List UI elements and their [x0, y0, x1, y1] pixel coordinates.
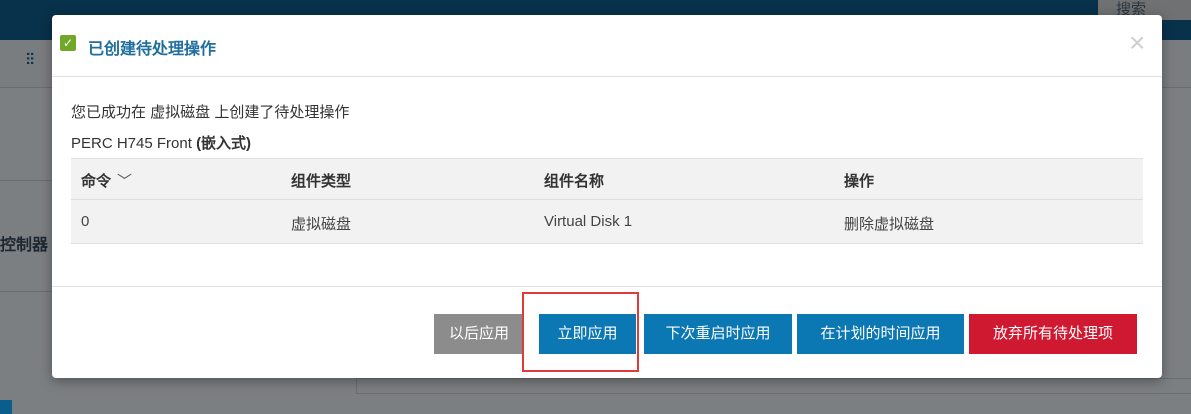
controller-name: PERC H745 Front [71, 135, 192, 152]
dialog-header: ✓ 已创建待处理操作 × [52, 15, 1162, 77]
apply-later-button[interactable]: 以后应用 [434, 314, 524, 354]
controller-suffix: (嵌入式) [196, 135, 252, 152]
background-panel [356, 378, 1191, 394]
close-icon[interactable]: × [1129, 29, 1145, 57]
cell-component-name: Virtual Disk 1 [544, 213, 633, 230]
column-header-operation: 操作 [844, 173, 875, 190]
column-header-component-name: 组件名称 [544, 173, 605, 190]
pending-operation-dialog: ✓ 已创建待处理操作 × 您已成功在 虚拟磁盘 上创建了待处理操作 PERC H… [52, 15, 1162, 378]
column-header-component-type: 组件类型 [291, 173, 352, 190]
column-header-command[interactable]: 命令 ﹀ [81, 170, 132, 191]
cell-operation: 删除虚拟磁盘 [844, 216, 935, 233]
chevron-down-icon[interactable]: ﹀ [117, 170, 132, 191]
controller-label: PERC H745 Front (嵌入式) [71, 132, 251, 153]
apply-next-reboot-button[interactable]: 下次重启时应用 [644, 314, 792, 354]
cell-component-type: 虚拟磁盘 [291, 216, 352, 233]
apply-now-button[interactable]: 立即应用 [539, 314, 636, 354]
sliders-icon[interactable]: ⫶⫶ [26, 52, 34, 70]
side-label-controller: 控制器 [0, 237, 49, 254]
cell-command: 0 [81, 213, 90, 230]
discard-all-button[interactable]: 放弃所有待处理项 [969, 314, 1137, 354]
background-accent [0, 400, 12, 414]
apply-scheduled-button[interactable]: 在计划的时间应用 [797, 314, 964, 354]
footer-divider [52, 286, 1162, 287]
table-header: 命令 ﹀ 组件类型 组件名称 操作 [71, 158, 1143, 200]
check-icon: ✓ [60, 35, 76, 51]
column-header-label: 命令 [81, 173, 112, 190]
success-message: 您已成功在 虚拟磁盘 上创建了待处理操作 [71, 104, 350, 121]
table-row: 0 虚拟磁盘 Virtual Disk 1 删除虚拟磁盘 [71, 200, 1143, 244]
dialog-title: 已创建待处理操作 [88, 41, 217, 58]
pending-operations-table: 命令 ﹀ 组件类型 组件名称 操作 0 虚拟磁盘 Virtual Disk 1 删… [71, 158, 1143, 244]
